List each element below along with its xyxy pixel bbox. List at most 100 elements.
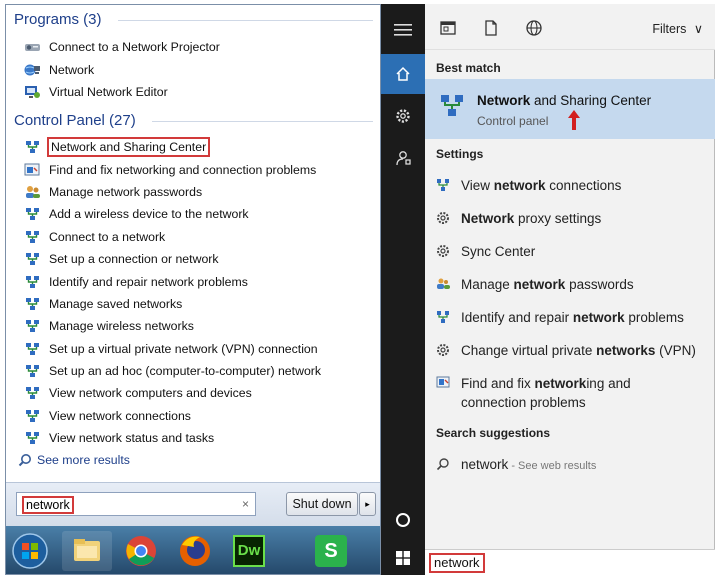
best-match-subtitle: Control panel	[477, 114, 549, 128]
cp-label: Connect to a network	[49, 229, 166, 244]
gear-icon	[436, 211, 450, 225]
vmware-icon	[24, 85, 41, 99]
setting-label: Sync Center	[461, 242, 535, 261]
program-item-network-projector[interactable]: Connect to a Network Projector	[24, 36, 374, 58]
cp-item-setup-adhoc[interactable]: Set up an ad hoc (computer-to-computer) …	[24, 360, 374, 382]
cp-item-view-status[interactable]: View network status and tasks	[24, 427, 374, 449]
program-item-virtual-network-editor[interactable]: Virtual Network Editor	[24, 81, 374, 103]
setting-change-vpn[interactable]: Change virtual private networks (VPN)	[436, 341, 708, 360]
setting-label: View network connections	[461, 176, 621, 195]
setting-label: Identify and repair network problems	[461, 308, 684, 327]
win7-search-value: network	[22, 496, 74, 514]
best-match-title-rest: and Sharing Center	[530, 93, 652, 108]
setting-sync-center[interactable]: Sync Center	[436, 242, 708, 261]
see-more-label: See more results	[37, 453, 130, 467]
cp-item-setup-connection[interactable]: Set up a connection or network	[24, 248, 374, 270]
win10-search-box[interactable]: network	[425, 549, 715, 575]
best-match-result[interactable]: Network and Sharing Center Control panel	[425, 79, 715, 139]
label-bold: network	[493, 178, 546, 193]
cp-label: Add a wireless device to the network	[49, 207, 249, 222]
apps-filter-icon[interactable]	[439, 19, 457, 37]
network-icon	[24, 431, 41, 445]
cp-item-identify-repair[interactable]: Identify and repair network problems	[24, 270, 374, 292]
web-filter-icon[interactable]	[525, 19, 543, 37]
label-pre: View	[461, 178, 494, 193]
win7-search-input[interactable]: network ×	[16, 492, 256, 516]
suggestion-text: network - See web results	[461, 455, 596, 476]
cp-label: Manage network passwords	[49, 184, 203, 199]
see-more-results-link[interactable]: See more results	[18, 453, 130, 467]
cp-label: Manage saved networks	[49, 296, 183, 311]
cp-item-network-sharing-center[interactable]: Network and Sharing Center	[24, 136, 374, 158]
label-bold: network	[513, 277, 566, 292]
home-icon[interactable]	[381, 54, 425, 94]
suggestion-query: network	[461, 457, 509, 472]
cp-item-manage-saved[interactable]: Manage saved networks	[24, 293, 374, 315]
label-bold: Network	[461, 211, 515, 226]
start-orb-icon[interactable]	[8, 531, 58, 571]
network-icon	[436, 310, 450, 324]
cp-item-manage-passwords[interactable]: Manage network passwords	[24, 181, 374, 203]
hamburger-menu-icon[interactable]	[381, 10, 425, 50]
network-icon	[24, 252, 41, 266]
cp-label: Set up a virtual private network (VPN) c…	[49, 341, 318, 356]
cp-label: Manage wireless networks	[49, 319, 194, 334]
setting-network-proxy[interactable]: Network proxy settings	[436, 209, 708, 228]
explorer-icon[interactable]	[62, 531, 112, 571]
cp-label: Identify and repair network problems	[49, 274, 248, 289]
dreamweaver-icon[interactable]: Dw	[224, 531, 274, 571]
feedback-icon[interactable]	[381, 138, 425, 178]
setting-find-fix-networking[interactable]: Find and fix networking and connection p…	[436, 374, 708, 412]
firefox-icon[interactable]	[170, 531, 220, 571]
filters-button[interactable]: Filters ∨	[652, 21, 703, 36]
cp-label: View network computers and devices	[49, 386, 252, 401]
clear-icon[interactable]: ×	[242, 497, 249, 511]
cp-item-connect-network[interactable]: Connect to a network	[24, 226, 374, 248]
programs-heading: Programs (3)	[14, 11, 102, 28]
shutdown-options-arrow-icon[interactable]: ▸	[359, 492, 376, 516]
setting-view-network-connections[interactable]: View network connections	[436, 176, 708, 195]
win10-side-rail	[381, 4, 425, 575]
search-icon	[436, 457, 450, 471]
windows-start-icon[interactable]	[381, 538, 425, 578]
cp-label: View network status and tasks	[49, 431, 215, 446]
cp-item-setup-vpn[interactable]: Set up a virtual private network (VPN) c…	[24, 338, 374, 360]
label-bold: network	[572, 310, 625, 325]
setting-label: Network proxy settings	[461, 209, 601, 228]
network-icon	[24, 230, 41, 244]
troubleshoot-icon	[436, 376, 450, 390]
network-icon	[24, 207, 41, 221]
program-label: Network	[49, 62, 95, 77]
dreamweaver-label: Dw	[233, 535, 265, 567]
projector-icon	[24, 40, 41, 54]
chevron-down-icon: ∨	[693, 22, 703, 36]
shutdown-button[interactable]: Shut down	[286, 492, 358, 516]
setting-label: Change virtual private networks (VPN)	[461, 341, 696, 360]
label-pre: Identify and repair	[461, 310, 573, 325]
cp-item-view-connections[interactable]: View network connections	[24, 405, 374, 427]
search-suggestion-web[interactable]: network - See web results	[436, 455, 708, 476]
red-arrow-icon	[567, 109, 581, 136]
cp-item-manage-wireless[interactable]: Manage wireless networks	[24, 315, 374, 337]
cp-item-add-wireless[interactable]: Add a wireless device to the network	[24, 203, 374, 225]
setting-identify-repair[interactable]: Identify and repair network problems	[436, 308, 708, 327]
app-s-icon[interactable]: S	[306, 531, 356, 571]
cp-item-view-computers[interactable]: View network computers and devices	[24, 382, 374, 404]
gear-icon	[436, 244, 450, 258]
cortana-circle-icon[interactable]	[381, 500, 425, 540]
documents-filter-icon[interactable]	[482, 19, 500, 37]
best-match-heading: Best match	[436, 61, 501, 75]
label-pre: Find and fix	[461, 376, 535, 391]
win7-search-bar: network × Shut down ▸	[6, 482, 380, 526]
program-item-network[interactable]: Network	[24, 58, 374, 80]
gear-icon[interactable]	[381, 96, 425, 136]
cp-label: Set up an ad hoc (computer-to-computer) …	[49, 364, 322, 379]
setting-manage-network-passwords[interactable]: Manage network passwords	[436, 275, 708, 294]
search-icon	[18, 453, 32, 467]
chrome-icon[interactable]	[116, 531, 166, 571]
setting-label: Manage network passwords	[461, 275, 634, 294]
filters-label: Filters	[652, 22, 687, 36]
settings-heading: Settings	[436, 147, 484, 161]
cp-item-find-fix[interactable]: Find and fix networking and connection p…	[24, 158, 374, 180]
cp-label: Find and fix networking and connection p…	[49, 162, 317, 177]
